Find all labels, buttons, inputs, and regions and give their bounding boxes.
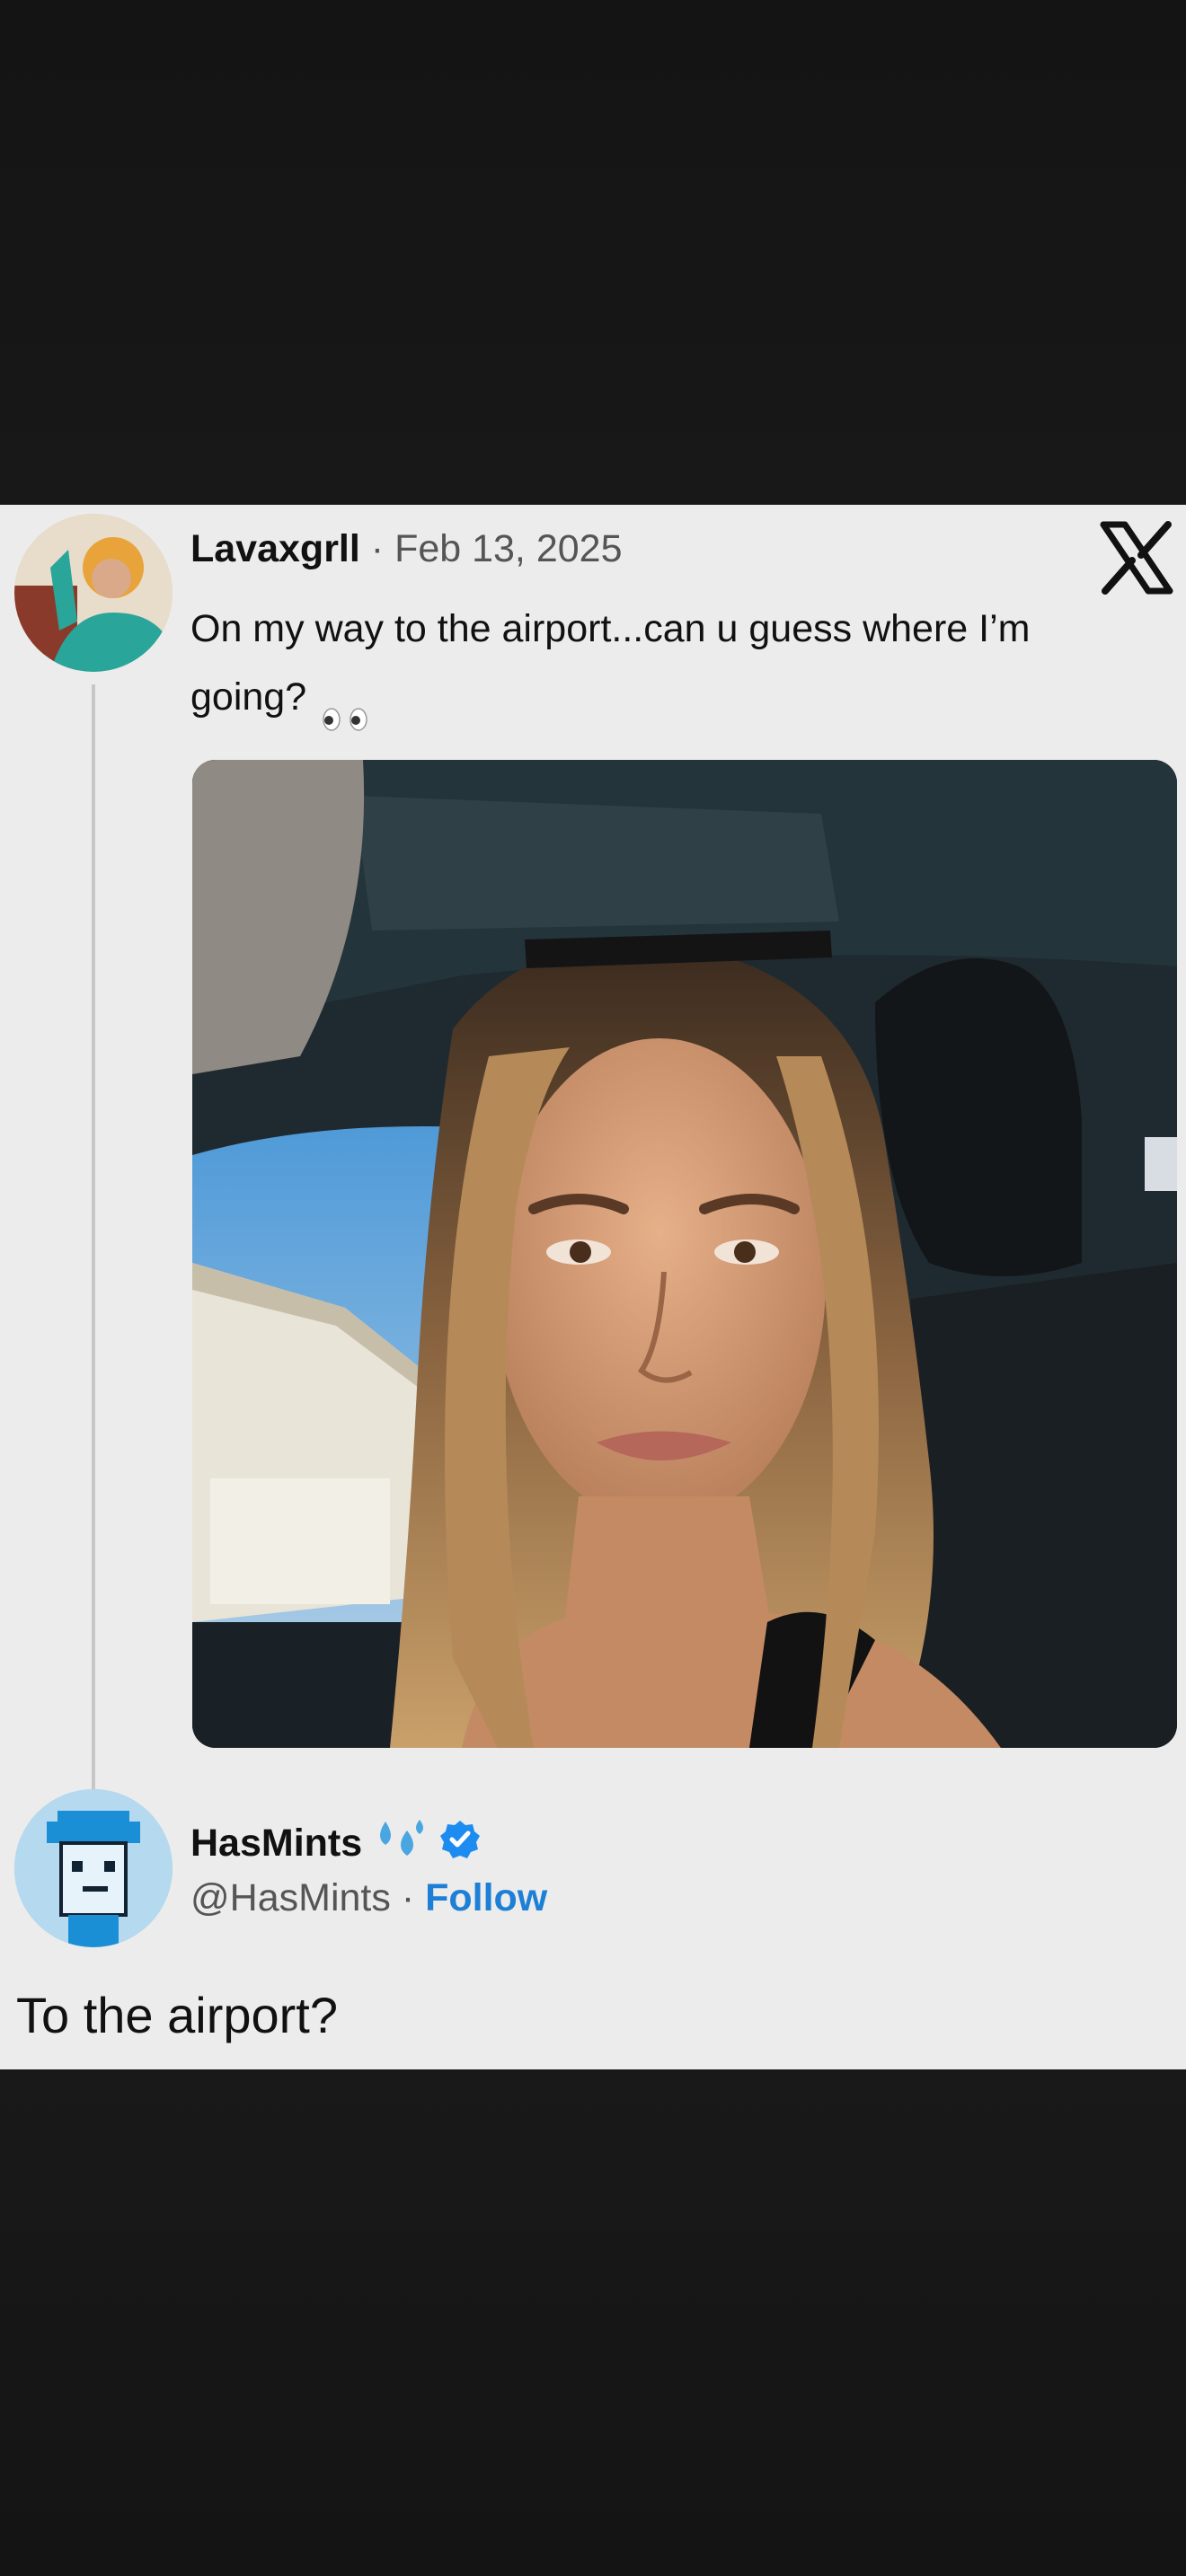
x-logo-icon[interactable]	[1098, 519, 1175, 596]
verified-badge-icon	[439, 1819, 481, 1867]
reply-header: HasMints	[190, 1818, 481, 1868]
reply-avatar[interactable]	[14, 1789, 173, 1947]
tweet-card: Lavaxgrll · Feb 13, 2025 On my way to th…	[0, 505, 1186, 2069]
author-name[interactable]: Lavaxgrll	[190, 527, 360, 570]
thread-line	[92, 684, 95, 1870]
eyes-emoji-icon	[317, 686, 375, 731]
reply-handle-line: @HasMints · Follow	[190, 1879, 547, 1918]
post-photo[interactable]	[192, 760, 1177, 1748]
sweat-droplets-icon	[373, 1818, 429, 1868]
reply-author-name[interactable]: HasMints	[190, 1823, 362, 1863]
reply-text: To the airport?	[16, 1987, 338, 2043]
post-header: Lavaxgrll · Feb 13, 2025	[190, 530, 623, 569]
follow-button[interactable]: Follow	[425, 1876, 547, 1919]
reply-handle[interactable]: @HasMints	[190, 1876, 391, 1919]
header-separator: ·	[370, 527, 385, 570]
author-avatar[interactable]	[14, 514, 173, 672]
post-date[interactable]: Feb 13, 2025	[394, 527, 622, 570]
post-text: On my way to the airport...can u guess w…	[190, 595, 1107, 731]
handle-separator: ·	[401, 1876, 415, 1919]
